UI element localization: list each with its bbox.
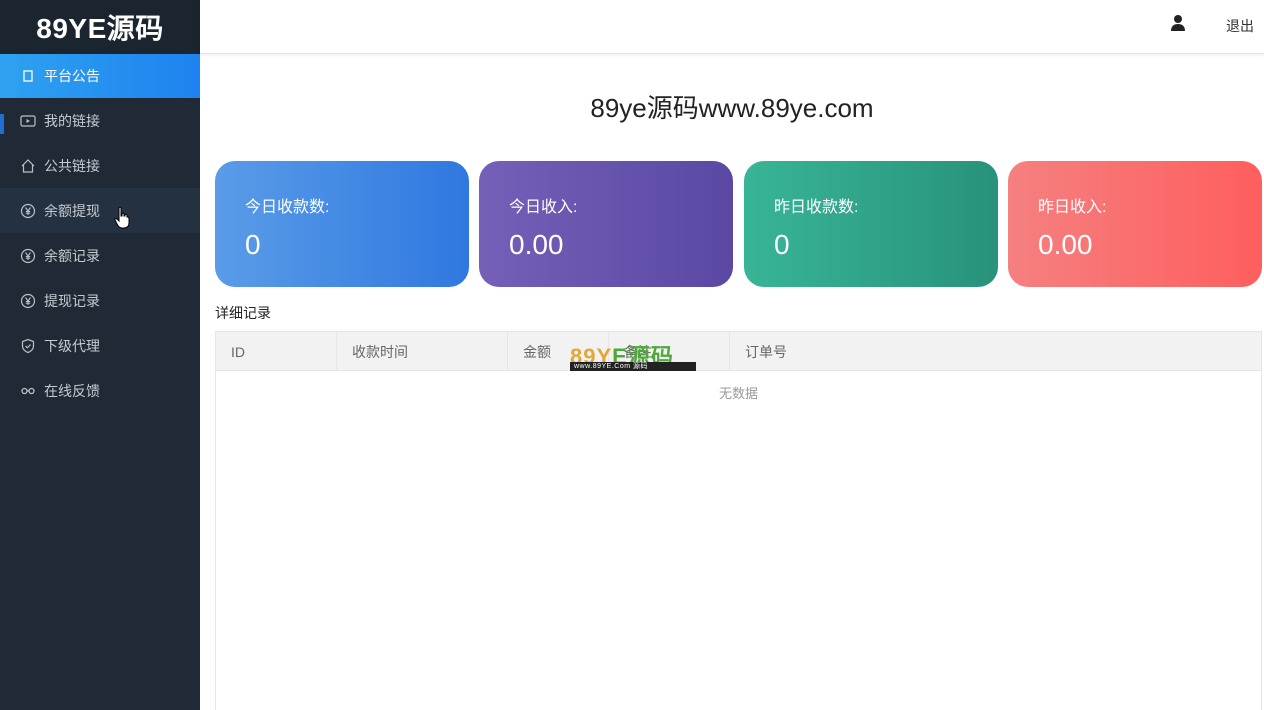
video-icon	[20, 113, 36, 129]
stat-card-today-count: 今日收款数: 0	[215, 161, 469, 287]
sidebar-item-label: 在线反馈	[44, 382, 100, 399]
stat-label: 今日收入:	[509, 199, 578, 216]
column-header-time[interactable]: 收款时间	[337, 332, 508, 371]
sidebar-item-label: 下级代理	[44, 337, 100, 354]
sidebar-item-sub-agents[interactable]: 下级代理	[0, 323, 200, 368]
home-icon	[20, 158, 36, 174]
records-table: ID 收款时间 金额 备注 订单号 无数据	[215, 331, 1262, 710]
stat-card-yesterday-income: 昨日收入: 0.00	[1008, 161, 1262, 287]
app-logo[interactable]: 89YE源码	[0, 0, 200, 54]
stat-value: 0	[245, 229, 261, 260]
table-header: ID 收款时间 金额 备注 订单号	[216, 332, 1261, 371]
column-header-id[interactable]: ID	[216, 332, 337, 371]
sidebar-item-label: 余额记录	[44, 247, 100, 264]
link-icon	[20, 383, 36, 399]
pointer-cursor-icon	[114, 206, 130, 229]
logout-link[interactable]: 退出	[1226, 16, 1254, 36]
sidebar-item-label: 提现记录	[44, 292, 100, 309]
top-header: 退出	[200, 0, 1264, 54]
sidebar-item-label: 我的链接	[44, 112, 100, 129]
sidebar-item-label: 平台公告	[44, 68, 100, 84]
sidebar-item-label: 余额提现	[44, 202, 100, 219]
stat-card-yesterday-count: 昨日收款数: 0	[744, 161, 998, 287]
stat-value: 0.00	[509, 229, 564, 260]
sidebar: 89YE源码 平台公告 我的链接 公共链接 余额提现 余额记录 提现记录 下级代…	[0, 0, 200, 710]
empty-state: 无数据	[718, 386, 758, 401]
stat-card-today-income: 今日收入: 0.00	[479, 161, 733, 287]
sidebar-item-label: 公共链接	[44, 157, 100, 174]
sidebar-item-withdraw[interactable]: 余额提现	[0, 188, 200, 233]
stat-label: 昨日收入:	[1038, 199, 1107, 216]
watermark-logo: 89YE源码 www.89YE.Com 源码	[570, 339, 696, 371]
square-icon	[20, 68, 36, 84]
watermark-subtext: www.89YE.Com 源码	[570, 362, 696, 371]
sidebar-item-announcement[interactable]: 平台公告	[0, 54, 200, 98]
sidebar-item-public-links[interactable]: 公共链接	[0, 143, 200, 188]
yen-icon	[20, 293, 36, 309]
stat-value: 0	[774, 229, 790, 260]
yen-icon	[20, 248, 36, 264]
stat-value: 0.00	[1038, 229, 1093, 260]
column-header-order-no[interactable]: 订单号	[730, 332, 1261, 371]
page-title: 89ye源码www.89ye.com	[590, 93, 874, 123]
sidebar-item-withdraw-records[interactable]: 提现记录	[0, 278, 200, 323]
user-icon[interactable]	[1170, 14, 1186, 32]
active-marker	[0, 114, 4, 134]
shield-icon	[20, 338, 36, 354]
stat-label: 今日收款数:	[245, 199, 330, 216]
section-title: 详细记录	[215, 305, 271, 321]
sidebar-item-balance-records[interactable]: 余额记录	[0, 233, 200, 278]
sidebar-item-my-links[interactable]: 我的链接	[0, 98, 200, 143]
yen-icon	[20, 203, 36, 219]
stat-label: 昨日收款数:	[774, 199, 859, 216]
sidebar-item-feedback[interactable]: 在线反馈	[0, 368, 200, 413]
